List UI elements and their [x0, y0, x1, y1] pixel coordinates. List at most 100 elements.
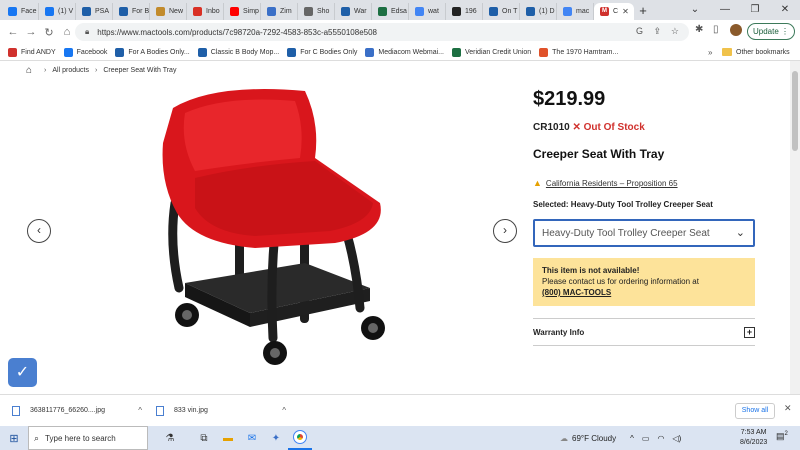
page-scrollbar[interactable]	[790, 61, 800, 394]
back-icon[interactable]: ←	[4, 26, 22, 38]
caret-up-icon[interactable]: ^	[138, 406, 142, 415]
bookmark-item[interactable]: The 1970 Hamtram...	[539, 47, 619, 57]
task-view-icon[interactable]: ⧉	[192, 426, 216, 450]
browser-tab[interactable]: For B	[113, 3, 150, 20]
bookmark-label: Classic B Body Mop...	[210, 48, 280, 56]
tab-label: Zim	[280, 8, 292, 15]
profile-avatar[interactable]	[730, 24, 742, 36]
home-icon[interactable]: ⌂	[58, 26, 76, 38]
windows-start-icon[interactable]: ⊞	[0, 432, 28, 445]
bookmark-item[interactable]: Veridian Credit Union	[452, 47, 531, 57]
browser-tab[interactable]: Simp	[224, 3, 261, 20]
image-file-icon	[12, 405, 20, 416]
show-all-button[interactable]: Show all	[735, 403, 775, 419]
browser-tab[interactable]: Sho	[298, 3, 335, 20]
browser-tab[interactable]: On T	[483, 3, 520, 20]
update-button[interactable]: Update ⋮	[747, 23, 795, 40]
browser-tab[interactable]: Zim	[261, 3, 298, 20]
active-tab-label: C	[613, 8, 619, 15]
tab-search-icon[interactable]: ⌄	[680, 0, 710, 20]
bookmark-item[interactable]: For C Bodies Only	[287, 47, 357, 57]
next-image-button[interactable]: ›	[493, 219, 517, 243]
selected-variant-label: Selected: Heavy-Duty Tool Trolley Creepe…	[533, 200, 713, 209]
browser-tab[interactable]: mac	[557, 3, 594, 20]
close-downloads-icon[interactable]: ✕	[784, 403, 792, 414]
mail-icon[interactable]: ✉	[240, 426, 264, 450]
browser-tab[interactable]: (1) D	[520, 3, 557, 20]
browser-tab[interactable]: War	[335, 3, 372, 20]
tab-label: Edsa	[391, 8, 407, 15]
weather-icon: ☁	[560, 433, 568, 443]
security-shield-icon[interactable]: ✓	[8, 358, 37, 387]
tab-strip: Face (1) V PSA For B New Inbo Simp Zim Sho War Eds…	[0, 0, 800, 20]
prop65-warning[interactable]: ▲ California Residents – Proposition 65	[533, 178, 678, 188]
browser-tab[interactable]: wat	[409, 3, 446, 20]
taskbar: ⊞ ⌕ Type here to search ⚗ ⧉ ▬ ✉ ✦ ☁ 69°F…	[0, 426, 800, 450]
share-icon[interactable]: ⇪	[653, 26, 661, 37]
taskbar-search[interactable]: ⌕ Type here to search	[28, 426, 148, 450]
breadcrumb-all-products[interactable]: All products	[52, 67, 89, 74]
reload-icon[interactable]: ↻	[40, 26, 58, 39]
image-file-icon	[156, 405, 164, 416]
prop65-link[interactable]: California Residents – Proposition 65	[546, 179, 678, 188]
browser-tab[interactable]: PSA	[76, 3, 113, 20]
bookmark-item[interactable]: Classic B Body Mop...	[197, 47, 280, 57]
tab-favicon-icon	[119, 7, 128, 16]
active-tab[interactable]: M C ✕	[594, 3, 634, 20]
search-highlight-icon[interactable]: ⚗	[148, 426, 192, 450]
url-bar[interactable]: 🔒︎ https://www.mactools.com/products/7c9…	[75, 23, 689, 41]
tab-favicon-icon	[452, 7, 461, 16]
tab-label: On T	[502, 8, 518, 15]
chrome-icon[interactable]	[288, 426, 312, 450]
notifications-icon[interactable]: ▤2	[776, 431, 788, 442]
browser-tab[interactable]: New	[150, 3, 187, 20]
bookmark-item[interactable]: Mediacom Webmai...	[365, 47, 444, 57]
other-bookmarks[interactable]: Other bookmarks	[722, 48, 790, 56]
file-explorer-icon[interactable]: ▬	[216, 426, 240, 450]
bookmark-label: The 1970 Hamtram...	[552, 48, 619, 56]
minimize-icon[interactable]: —	[710, 0, 740, 20]
product-page: ⌂ › All products › Creeper Seat With Tra…	[0, 61, 790, 394]
breadcrumb-current: Creeper Seat With Tray	[103, 67, 177, 74]
url-text: https://www.mactools.com/products/7c9872…	[97, 27, 377, 37]
unavailable-notice: This item is not available! Please conta…	[533, 258, 755, 306]
restore-icon[interactable]: ❐	[740, 0, 770, 20]
new-tab-button[interactable]: +	[634, 3, 652, 20]
close-tab-icon[interactable]: ✕	[622, 7, 629, 16]
home-breadcrumb-icon[interactable]: ⌂	[26, 65, 32, 76]
sidebar-icon[interactable]: ▯	[713, 24, 719, 35]
variant-select[interactable]: Heavy-Duty Tool Trolley Creeper Seat ⌄	[533, 219, 755, 247]
browser-tab[interactable]: Edsa	[372, 3, 409, 20]
google-lens-icon[interactable]: G	[636, 26, 643, 36]
volume-icon[interactable]: ◁)	[672, 434, 681, 443]
bookmark-item[interactable]: Facebook	[63, 47, 107, 57]
download-item[interactable]: 833 vin.jpg ^	[156, 405, 286, 416]
more-bookmarks-icon[interactable]: »	[708, 48, 712, 57]
download-filename: 833 vin.jpg	[174, 407, 208, 414]
browser-tab[interactable]: Face	[2, 3, 39, 20]
browser-tab[interactable]: (1) V	[39, 3, 76, 20]
tab-favicon-icon	[415, 7, 424, 16]
show-hidden-icons[interactable]: ^	[630, 434, 634, 443]
network-icon[interactable]: ▭	[642, 434, 650, 443]
wifi-icon[interactable]: ◠	[657, 434, 664, 443]
close-window-icon[interactable]: ✕	[770, 0, 800, 20]
bookmark-star-icon[interactable]: ☆	[671, 26, 679, 37]
weather-text[interactable]: 69°F Cloudy	[572, 434, 616, 443]
folder-icon	[722, 48, 732, 56]
browser-tab[interactable]: 196	[446, 3, 483, 20]
extensions-icon[interactable]: ✱	[695, 24, 703, 35]
download-item[interactable]: 363811776_66260....jpg ^	[12, 405, 142, 416]
browser-tab[interactable]: Inbo	[187, 3, 224, 20]
phone-link[interactable]: (800) MAC-TOOLS	[542, 287, 746, 298]
expand-plus-icon[interactable]: +	[744, 327, 755, 338]
caret-up-icon[interactable]: ^	[282, 406, 286, 415]
clock[interactable]: 7:53 AM 8/6/2023	[740, 428, 767, 448]
app-icon[interactable]: ✦	[264, 426, 288, 450]
prev-image-button[interactable]: ‹	[27, 219, 51, 243]
bookmark-item[interactable]: Find ANDY	[8, 47, 56, 57]
warranty-accordion[interactable]: Warranty Info +	[533, 318, 755, 346]
forward-icon[interactable]: →	[22, 26, 40, 38]
bookmark-item[interactable]: For A Bodies Only...	[115, 47, 190, 57]
scrollbar-thumb[interactable]	[792, 71, 798, 151]
